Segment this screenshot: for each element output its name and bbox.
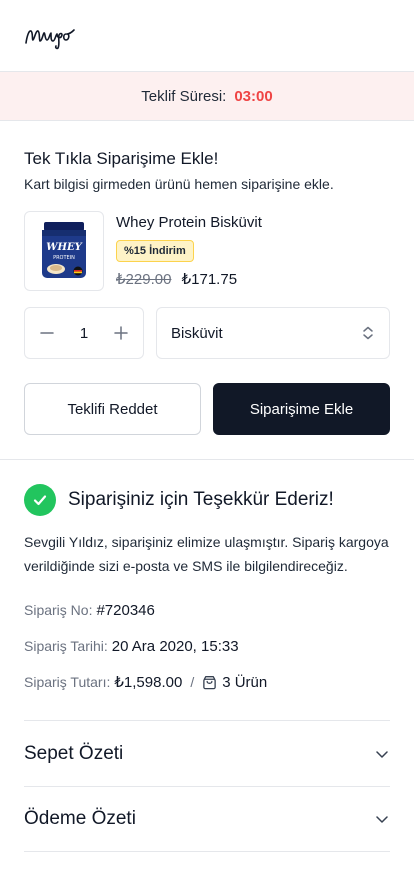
chevron-up-down-icon	[363, 326, 373, 340]
check-circle-icon	[24, 484, 56, 516]
chevron-down-icon	[376, 750, 388, 758]
product-prices: ₺229.00 ₺171.75	[116, 270, 262, 288]
total-separator: /	[190, 674, 195, 690]
reject-offer-button[interactable]: Teklifi Reddet	[24, 383, 201, 435]
confirmation-title: Siparişiniz için Teşekkür Ederiz!	[68, 489, 334, 510]
mugo-logo[interactable]	[24, 22, 82, 50]
add-to-order-button[interactable]: Siparişime Ekle	[213, 383, 390, 435]
payment-summary-toggle[interactable]: Ödeme Özeti	[24, 786, 390, 852]
chevron-down-icon	[376, 816, 388, 823]
timer-label: Teklif Süresi:	[141, 87, 227, 105]
order-details: Sipariş No: #720346 Sipariş Tarihi: 20 A…	[24, 592, 390, 700]
payment-summary-title: Ödeme Özeti	[24, 808, 136, 829]
order-number-label: Sipariş No:	[24, 602, 93, 618]
offer-actions: Teklifi Reddet Siparişime Ekle	[24, 383, 390, 435]
variant-select[interactable]: Bisküvit	[156, 307, 390, 359]
offer-timer-bar: Teklif Süresi: 03:00	[0, 72, 414, 121]
order-total-row: Sipariş Tutarı: ₺1,598.00 / 3 Ürün	[24, 664, 390, 700]
shopping-bag-icon	[202, 675, 217, 690]
order-total-label: Sipariş Tutarı:	[24, 674, 111, 690]
quantity-decrease-button[interactable]	[37, 323, 57, 343]
cart-summary-title: Sepet Özeti	[24, 742, 124, 764]
discount-badge: %15 İndirim	[116, 240, 194, 262]
order-date-label: Sipariş Tarihi:	[24, 638, 108, 654]
minus-icon	[40, 332, 54, 334]
offer-title: Tek Tıkla Siparişime Ekle!	[24, 149, 219, 168]
order-number: #720346	[96, 601, 155, 619]
product-name: Whey Protein Bisküvit	[116, 214, 262, 231]
timer-countdown: 03:00	[234, 87, 273, 105]
offer-controls: 1 Bisküvit	[24, 307, 390, 359]
variant-selected-value: Bisküvit	[171, 324, 223, 342]
offer-product: WHEY PROTEIN Whey Protein Bisküvit %15 İ…	[24, 211, 390, 291]
svg-text:WHEY: WHEY	[46, 242, 82, 253]
app-header	[0, 0, 414, 72]
confirmation-header: Siparişiniz için Teşekkür Ederiz!	[24, 484, 390, 516]
order-item-count: 3 Ürün	[222, 673, 268, 691]
old-price: ₺229.00	[116, 271, 172, 288]
svg-text:PROTEIN: PROTEIN	[53, 255, 75, 261]
summary-accordion: Sepet Özeti Ödeme Özeti	[24, 720, 390, 852]
order-confirmation: Siparişiniz için Teşekkür Ederiz! Sevgil…	[0, 460, 414, 852]
upsell-offer: Tek Tıkla Siparişime Ekle! Kart bilgisi …	[0, 121, 414, 460]
quantity-value[interactable]: 1	[80, 325, 88, 342]
order-date-row: Sipariş Tarihi: 20 Ara 2020, 15:33	[24, 628, 390, 664]
order-date: 20 Ara 2020, 15:33	[111, 637, 239, 655]
quantity-increase-button[interactable]	[111, 323, 131, 343]
order-total: ₺1,598.00	[114, 674, 183, 691]
order-number-row: Sipariş No: #720346	[24, 592, 390, 628]
new-price: ₺171.75	[181, 271, 238, 288]
cart-summary-toggle[interactable]: Sepet Özeti	[24, 720, 390, 786]
offer-subtitle: Kart bilgisi girmeden ürünü hemen sipari…	[24, 176, 334, 192]
quantity-stepper: 1	[24, 307, 144, 359]
product-image[interactable]: WHEY PROTEIN	[24, 211, 104, 291]
confirmation-message: Sevgili Yıldız, siparişiniz elimize ulaş…	[24, 534, 389, 574]
plus-icon	[114, 326, 128, 340]
protein-jar-icon: WHEY PROTEIN	[42, 222, 86, 278]
product-info: Whey Protein Bisküvit %15 İndirim ₺229.0…	[116, 211, 262, 291]
